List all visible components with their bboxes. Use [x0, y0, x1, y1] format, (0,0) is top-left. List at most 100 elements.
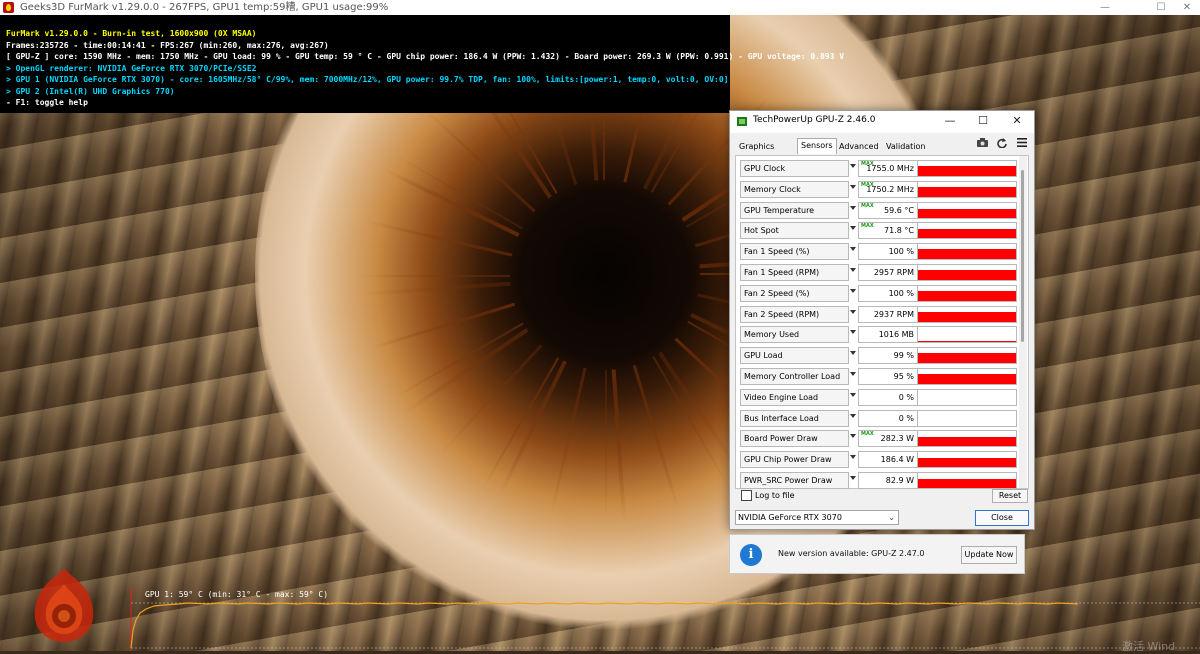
- sensor-row: Hot Spot 71.8 °C MAX: [740, 222, 1028, 240]
- sensor-row: GPU Temperature 59.6 °C MAX: [740, 201, 1028, 219]
- sensor-graph-fill: [918, 353, 1016, 364]
- sensor-name-dropdown[interactable]: Fan 2 Speed (%): [740, 284, 849, 302]
- sensor-value: 0 %: [858, 388, 918, 406]
- tab-sensors[interactable]: Sensors: [797, 138, 837, 154]
- furmark-titlebar: Geeks3D FurMark v1.29.0.0 - 267FPS, GPU1…: [0, 0, 1200, 15]
- gpu-select[interactable]: NVIDIA GeForce RTX 3070 ⌄: [735, 510, 899, 525]
- chevron-down-icon[interactable]: [850, 392, 856, 397]
- sensor-name-dropdown[interactable]: Hot Spot: [740, 222, 849, 240]
- iris-fiber: [370, 302, 516, 350]
- iris-fiber: [632, 364, 680, 510]
- sensor-graph: [917, 180, 1017, 198]
- reset-button[interactable]: Reset: [992, 489, 1028, 503]
- chevron-down-icon[interactable]: [850, 476, 856, 480]
- close-window-button[interactable]: ✕: [1172, 0, 1200, 15]
- sensor-value: 82.9 W: [858, 472, 918, 489]
- chevron-down-icon[interactable]: [850, 351, 856, 356]
- sensor-value: 100 %: [858, 284, 918, 302]
- update-notice: i New version available: GPU-Z 2.47.0 Up…: [729, 534, 1025, 574]
- gpuz-maximize-button[interactable]: ☐: [973, 114, 993, 127]
- sensor-name-dropdown[interactable]: Bus Interface Load: [740, 409, 849, 427]
- sensor-graph: [917, 430, 1017, 448]
- chevron-down-icon[interactable]: [850, 309, 856, 314]
- sensor-name-dropdown[interactable]: Memory Clock: [740, 180, 849, 198]
- camera-icon[interactable]: [977, 138, 988, 150]
- sensor-row: Board Power Draw 282.3 W MAX: [740, 430, 1028, 448]
- chevron-down-icon[interactable]: [850, 184, 856, 189]
- minimize-button[interactable]: —: [1090, 0, 1120, 15]
- close-button[interactable]: Close: [975, 510, 1029, 526]
- max-badge: MAX: [861, 181, 874, 188]
- chevron-down-icon[interactable]: [850, 164, 856, 168]
- chevron-down-icon[interactable]: [850, 455, 856, 460]
- tab-advanced[interactable]: Advanced: [836, 140, 882, 153]
- sensor-graph-fill: [918, 249, 1016, 260]
- window-title: Geeks3D FurMark v1.29.0.0 - 267FPS, GPU1…: [20, 2, 389, 13]
- sensor-row: GPU Chip Power Draw 186.4 W: [740, 451, 1028, 469]
- sensor-graph-fill: [918, 341, 1016, 343]
- iris-fiber: [605, 370, 607, 520]
- gpuz-title: TechPowerUp GPU-Z 2.46.0: [753, 115, 876, 125]
- sensor-graph: [917, 368, 1017, 385]
- sensors-panel: GPU Clock 1755.0 MHz MAX Memory Clock 1750.2…: [735, 155, 1029, 489]
- chevron-down-icon: ⌄: [888, 513, 895, 522]
- gpuz-close-button[interactable]: ✕: [1007, 114, 1027, 127]
- update-now-button[interactable]: Update Now: [961, 546, 1017, 564]
- chevron-down-icon[interactable]: [850, 413, 856, 418]
- sensor-graph: [917, 243, 1017, 261]
- hud-gpu1-line: > GPU 1 (NVIDIA GeForce RTX 3070) - core…: [6, 75, 729, 84]
- chevron-down-icon[interactable]: [850, 268, 856, 272]
- iris-fiber: [482, 357, 560, 489]
- sensor-row: Fan 2 Speed (%) 100 %: [740, 284, 1028, 302]
- chevron-down-icon[interactable]: [850, 288, 856, 293]
- sensor-row: Memory Used 1016 MB: [740, 326, 1028, 344]
- sensor-value: 100 %: [858, 243, 918, 261]
- checkbox-box[interactable]: [741, 490, 752, 501]
- max-badge: MAX: [861, 202, 874, 209]
- sensor-row: Memory Clock 1750.2 MHz MAX: [740, 180, 1028, 198]
- temperature-line: [130, 602, 1079, 649]
- iris-fiber: [611, 369, 627, 520]
- sensor-name-dropdown[interactable]: GPU Load: [740, 347, 849, 365]
- sensor-name-dropdown[interactable]: PWR_SRC Power Draw: [740, 472, 849, 489]
- chevron-down-icon[interactable]: [850, 330, 856, 335]
- sensor-name-dropdown[interactable]: Memory Controller Load: [740, 368, 849, 385]
- sensor-row: GPU Clock 1755.0 MHz MAX: [740, 160, 1028, 177]
- hud-frames-line: Frames:235726 - time:00:14:41 - FPS:267 …: [6, 41, 329, 50]
- sensor-name-dropdown[interactable]: GPU Temperature: [740, 201, 849, 219]
- sensor-name-dropdown[interactable]: GPU Chip Power Draw: [740, 451, 849, 469]
- sensor-name-dropdown[interactable]: Fan 1 Speed (%): [740, 243, 849, 261]
- sensor-name-dropdown[interactable]: Fan 1 Speed (RPM): [740, 264, 849, 281]
- sensor-name-dropdown[interactable]: Board Power Draw: [740, 430, 849, 448]
- sensor-name-dropdown[interactable]: Video Engine Load: [740, 388, 849, 406]
- sensor-graph-fill: [918, 374, 1016, 384]
- sensor-value: 95 %: [858, 368, 918, 385]
- sensor-graph-fill: [918, 229, 1016, 239]
- chevron-down-icon[interactable]: [850, 372, 856, 376]
- chevron-down-icon[interactable]: [850, 247, 856, 252]
- sensor-graph: [917, 347, 1017, 365]
- sensor-graph: [917, 264, 1017, 281]
- sensor-name-dropdown[interactable]: Fan 2 Speed (RPM): [740, 305, 849, 323]
- menu-icon[interactable]: [1017, 138, 1027, 150]
- max-badge: MAX: [861, 431, 874, 438]
- sensor-row: GPU Load 99 %: [740, 347, 1028, 365]
- sensor-value: 99 %: [858, 347, 918, 365]
- tab-validation[interactable]: Validation: [883, 140, 929, 153]
- gpuz-titlebar: TechPowerUp GPU-Z 2.46.0 — ☐ ✕: [730, 111, 1034, 133]
- sensor-value: 186.4 W: [858, 451, 918, 469]
- chevron-down-icon[interactable]: [850, 226, 856, 231]
- hud-gpu2-line: > GPU 2 (Intel(R) UHD Graphics 770): [6, 87, 175, 96]
- update-message: New version available: GPU-Z 2.47.0: [778, 549, 925, 558]
- chevron-down-icon[interactable]: [850, 205, 856, 210]
- sensor-value: 2957 RPM: [858, 264, 918, 281]
- chevron-down-icon[interactable]: [850, 434, 856, 439]
- refresh-icon[interactable]: [997, 138, 1007, 151]
- sensor-value: 1016 MB: [858, 326, 918, 344]
- sensor-name-dropdown[interactable]: GPU Clock: [740, 160, 849, 177]
- sensor-graph-fill: [918, 437, 1016, 447]
- log-to-file-checkbox[interactable]: Log to file: [741, 490, 795, 502]
- gpuz-minimize-button[interactable]: —: [940, 114, 960, 127]
- sensor-name-dropdown[interactable]: Memory Used: [740, 326, 849, 344]
- sensor-graph-fill: [918, 270, 1016, 280]
